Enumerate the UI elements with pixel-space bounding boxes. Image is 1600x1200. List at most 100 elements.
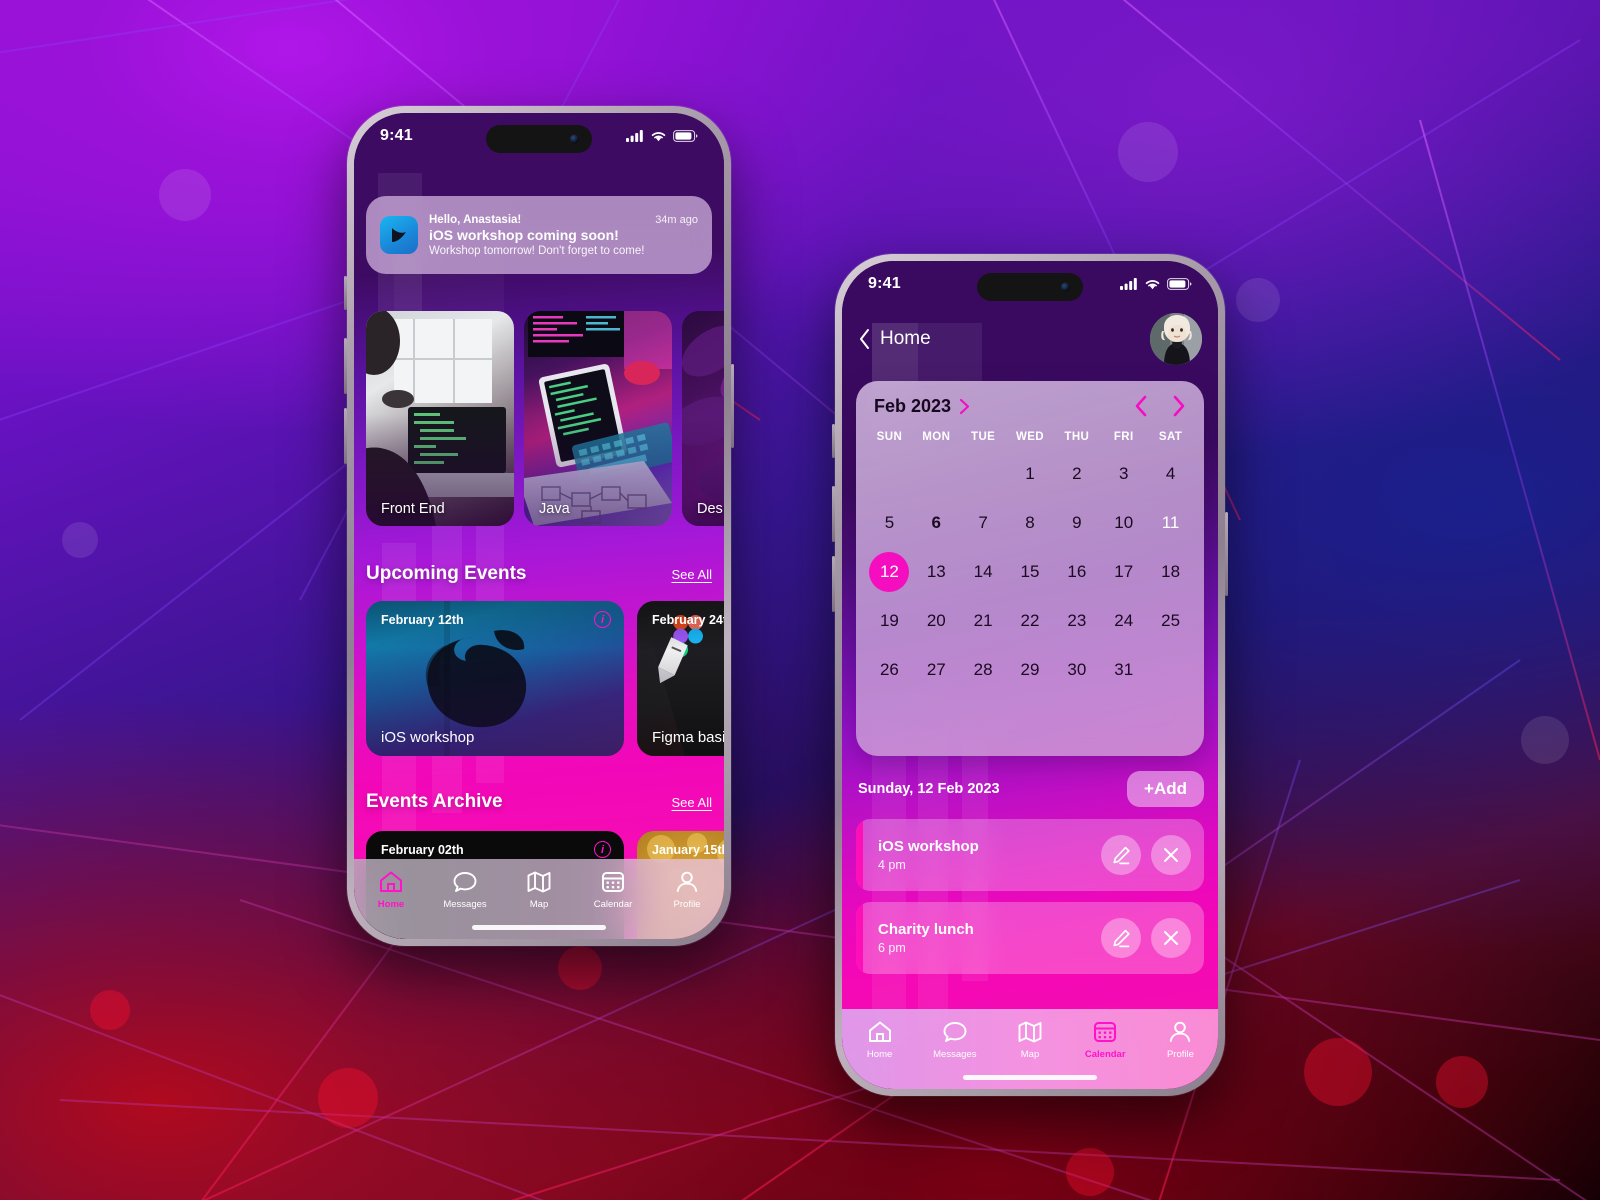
calendar-day[interactable]: 9 xyxy=(1053,501,1100,545)
power-button[interactable] xyxy=(1225,512,1228,596)
calendar-day[interactable]: 5 xyxy=(866,501,913,545)
delete-event-button[interactable] xyxy=(1151,835,1191,875)
category-card[interactable]: Java xyxy=(524,311,672,526)
power-button[interactable] xyxy=(731,364,734,448)
page-title: Home xyxy=(880,328,931,349)
event-title: Charity lunch xyxy=(878,921,974,938)
volume-down-button[interactable] xyxy=(832,556,835,612)
tab-messages[interactable]: Messages xyxy=(428,870,502,910)
avatar[interactable] xyxy=(1150,313,1202,365)
calendar-day[interactable]: 23 xyxy=(1053,599,1100,643)
month-selector[interactable]: Feb 2023 xyxy=(874,396,970,417)
tab-calendar[interactable]: Calendar xyxy=(1068,1020,1143,1060)
home-indicator[interactable] xyxy=(472,925,606,930)
edit-event-button[interactable] xyxy=(1101,918,1141,958)
calendar-day[interactable]: 30 xyxy=(1053,648,1100,692)
tab-messages[interactable]: Messages xyxy=(917,1020,992,1060)
calendar-day-selected[interactable]: 12 xyxy=(866,550,913,594)
tab-map[interactable]: Map xyxy=(992,1020,1067,1060)
calendar-day[interactable]: 15 xyxy=(1007,550,1054,594)
event-list-item[interactable]: iOS workshop 4 pm xyxy=(856,819,1204,891)
home-indicator[interactable] xyxy=(963,1075,1097,1080)
home-icon xyxy=(380,871,402,892)
calendar-screen: 9:41 Home Feb 2023 SUN MON TUE WED THU F… xyxy=(842,261,1218,1089)
calendar-day[interactable]: 10 xyxy=(1100,501,1147,545)
event-name: Figma basics xyxy=(652,729,724,746)
tab-profile[interactable]: Profile xyxy=(1143,1020,1218,1060)
delete-event-button[interactable] xyxy=(1151,918,1191,958)
category-card[interactable]: Front End xyxy=(366,311,514,526)
calendar-day[interactable]: 16 xyxy=(1053,550,1100,594)
calendar-day[interactable]: 25 xyxy=(1147,599,1194,643)
notification-banner[interactable]: Hello, Anastasia! 34m ago iOS workshop c… xyxy=(366,196,712,274)
calendar-day[interactable]: 28 xyxy=(960,648,1007,692)
pencil-icon xyxy=(1112,929,1130,947)
volume-up-button[interactable] xyxy=(344,338,347,394)
calendar-day[interactable]: 26 xyxy=(866,648,913,692)
see-all-link[interactable]: See All xyxy=(672,567,712,582)
category-carousel[interactable]: Front End Java Des xyxy=(366,311,724,526)
calendar-day[interactable]: 8 xyxy=(1007,501,1054,545)
tab-home[interactable]: Home xyxy=(842,1020,917,1060)
navigation-bar: Home xyxy=(842,311,1218,367)
calendar-day[interactable]: 27 xyxy=(913,648,960,692)
calendar-day[interactable]: 6 xyxy=(913,501,960,545)
next-month-button[interactable] xyxy=(1172,395,1186,417)
calendar-day[interactable]: 21 xyxy=(960,599,1007,643)
calendar-day[interactable]: 29 xyxy=(1007,648,1054,692)
status-time: 9:41 xyxy=(380,127,413,144)
prev-month-button[interactable] xyxy=(1134,395,1148,417)
category-card[interactable]: Des xyxy=(682,311,724,526)
weekday-label: MON xyxy=(922,431,951,443)
upcoming-events-carousel[interactable]: February 12th i iOS workshop February 24… xyxy=(366,601,724,756)
chat-bubble-icon xyxy=(453,872,477,892)
calendar-day-grid[interactable]: 1 2 3 4 5 6 7 8 9 10 11 12 13 14 15 16 17 18 19 20 21 22 23 24 2… xyxy=(866,452,1194,692)
edit-event-button[interactable] xyxy=(1101,835,1141,875)
cellular-icon xyxy=(1120,278,1137,290)
event-time: 6 pm xyxy=(878,941,906,955)
cellular-icon xyxy=(626,130,643,142)
wifi-icon xyxy=(651,132,666,142)
home-icon xyxy=(868,1021,891,1042)
calendar-icon xyxy=(602,872,624,892)
calendar-day[interactable]: 14 xyxy=(960,550,1007,594)
event-card[interactable]: February 12th i iOS workshop xyxy=(366,601,624,756)
event-list-item[interactable]: Charity lunch 6 pm xyxy=(856,902,1204,974)
calendar-day[interactable]: 4 xyxy=(1147,452,1194,496)
chat-bubble-icon xyxy=(943,1022,967,1042)
calendar-day[interactable]: 22 xyxy=(1007,599,1054,643)
tab-calendar[interactable]: Calendar xyxy=(576,870,650,910)
calendar-day[interactable]: 20 xyxy=(913,599,960,643)
tab-map[interactable]: Map xyxy=(502,870,576,910)
calendar-day[interactable]: 18 xyxy=(1147,550,1194,594)
add-event-button[interactable]: +Add xyxy=(1127,771,1204,807)
calendar-day[interactable]: 3 xyxy=(1100,452,1147,496)
volume-down-button[interactable] xyxy=(344,408,347,464)
calendar-day[interactable]: 31 xyxy=(1100,648,1147,692)
volume-up-button[interactable] xyxy=(832,486,835,542)
calendar-day[interactable]: 2 xyxy=(1053,452,1100,496)
tab-profile[interactable]: Profile xyxy=(650,870,724,910)
calendar-day[interactable]: 24 xyxy=(1100,599,1147,643)
calendar-day[interactable]: 17 xyxy=(1100,550,1147,594)
close-icon xyxy=(1164,848,1178,862)
info-icon[interactable]: i xyxy=(594,841,611,858)
calendar-day[interactable]: 13 xyxy=(913,550,960,594)
silent-switch[interactable] xyxy=(832,424,835,458)
tab-home[interactable]: Home xyxy=(354,870,428,910)
info-icon[interactable]: i xyxy=(594,611,611,628)
calendar-day[interactable]: 7 xyxy=(960,501,1007,545)
section-title: Upcoming Events xyxy=(366,563,527,584)
calendar-day[interactable]: 1 xyxy=(1007,452,1054,496)
event-card[interactable]: February 24th Figma basics xyxy=(637,601,724,756)
notification-greeting: Hello, Anastasia! xyxy=(429,213,522,226)
see-all-link[interactable]: See All xyxy=(672,795,712,810)
calendar-day[interactable]: 11 xyxy=(1147,501,1194,545)
silent-switch[interactable] xyxy=(344,276,347,310)
calendar-blank-cell xyxy=(913,452,960,496)
event-time: 4 pm xyxy=(878,858,906,872)
chevron-left-icon[interactable] xyxy=(858,328,871,350)
tab-label: Profile xyxy=(673,899,701,910)
weekday-label: FRI xyxy=(1113,431,1134,443)
calendar-day[interactable]: 19 xyxy=(866,599,913,643)
